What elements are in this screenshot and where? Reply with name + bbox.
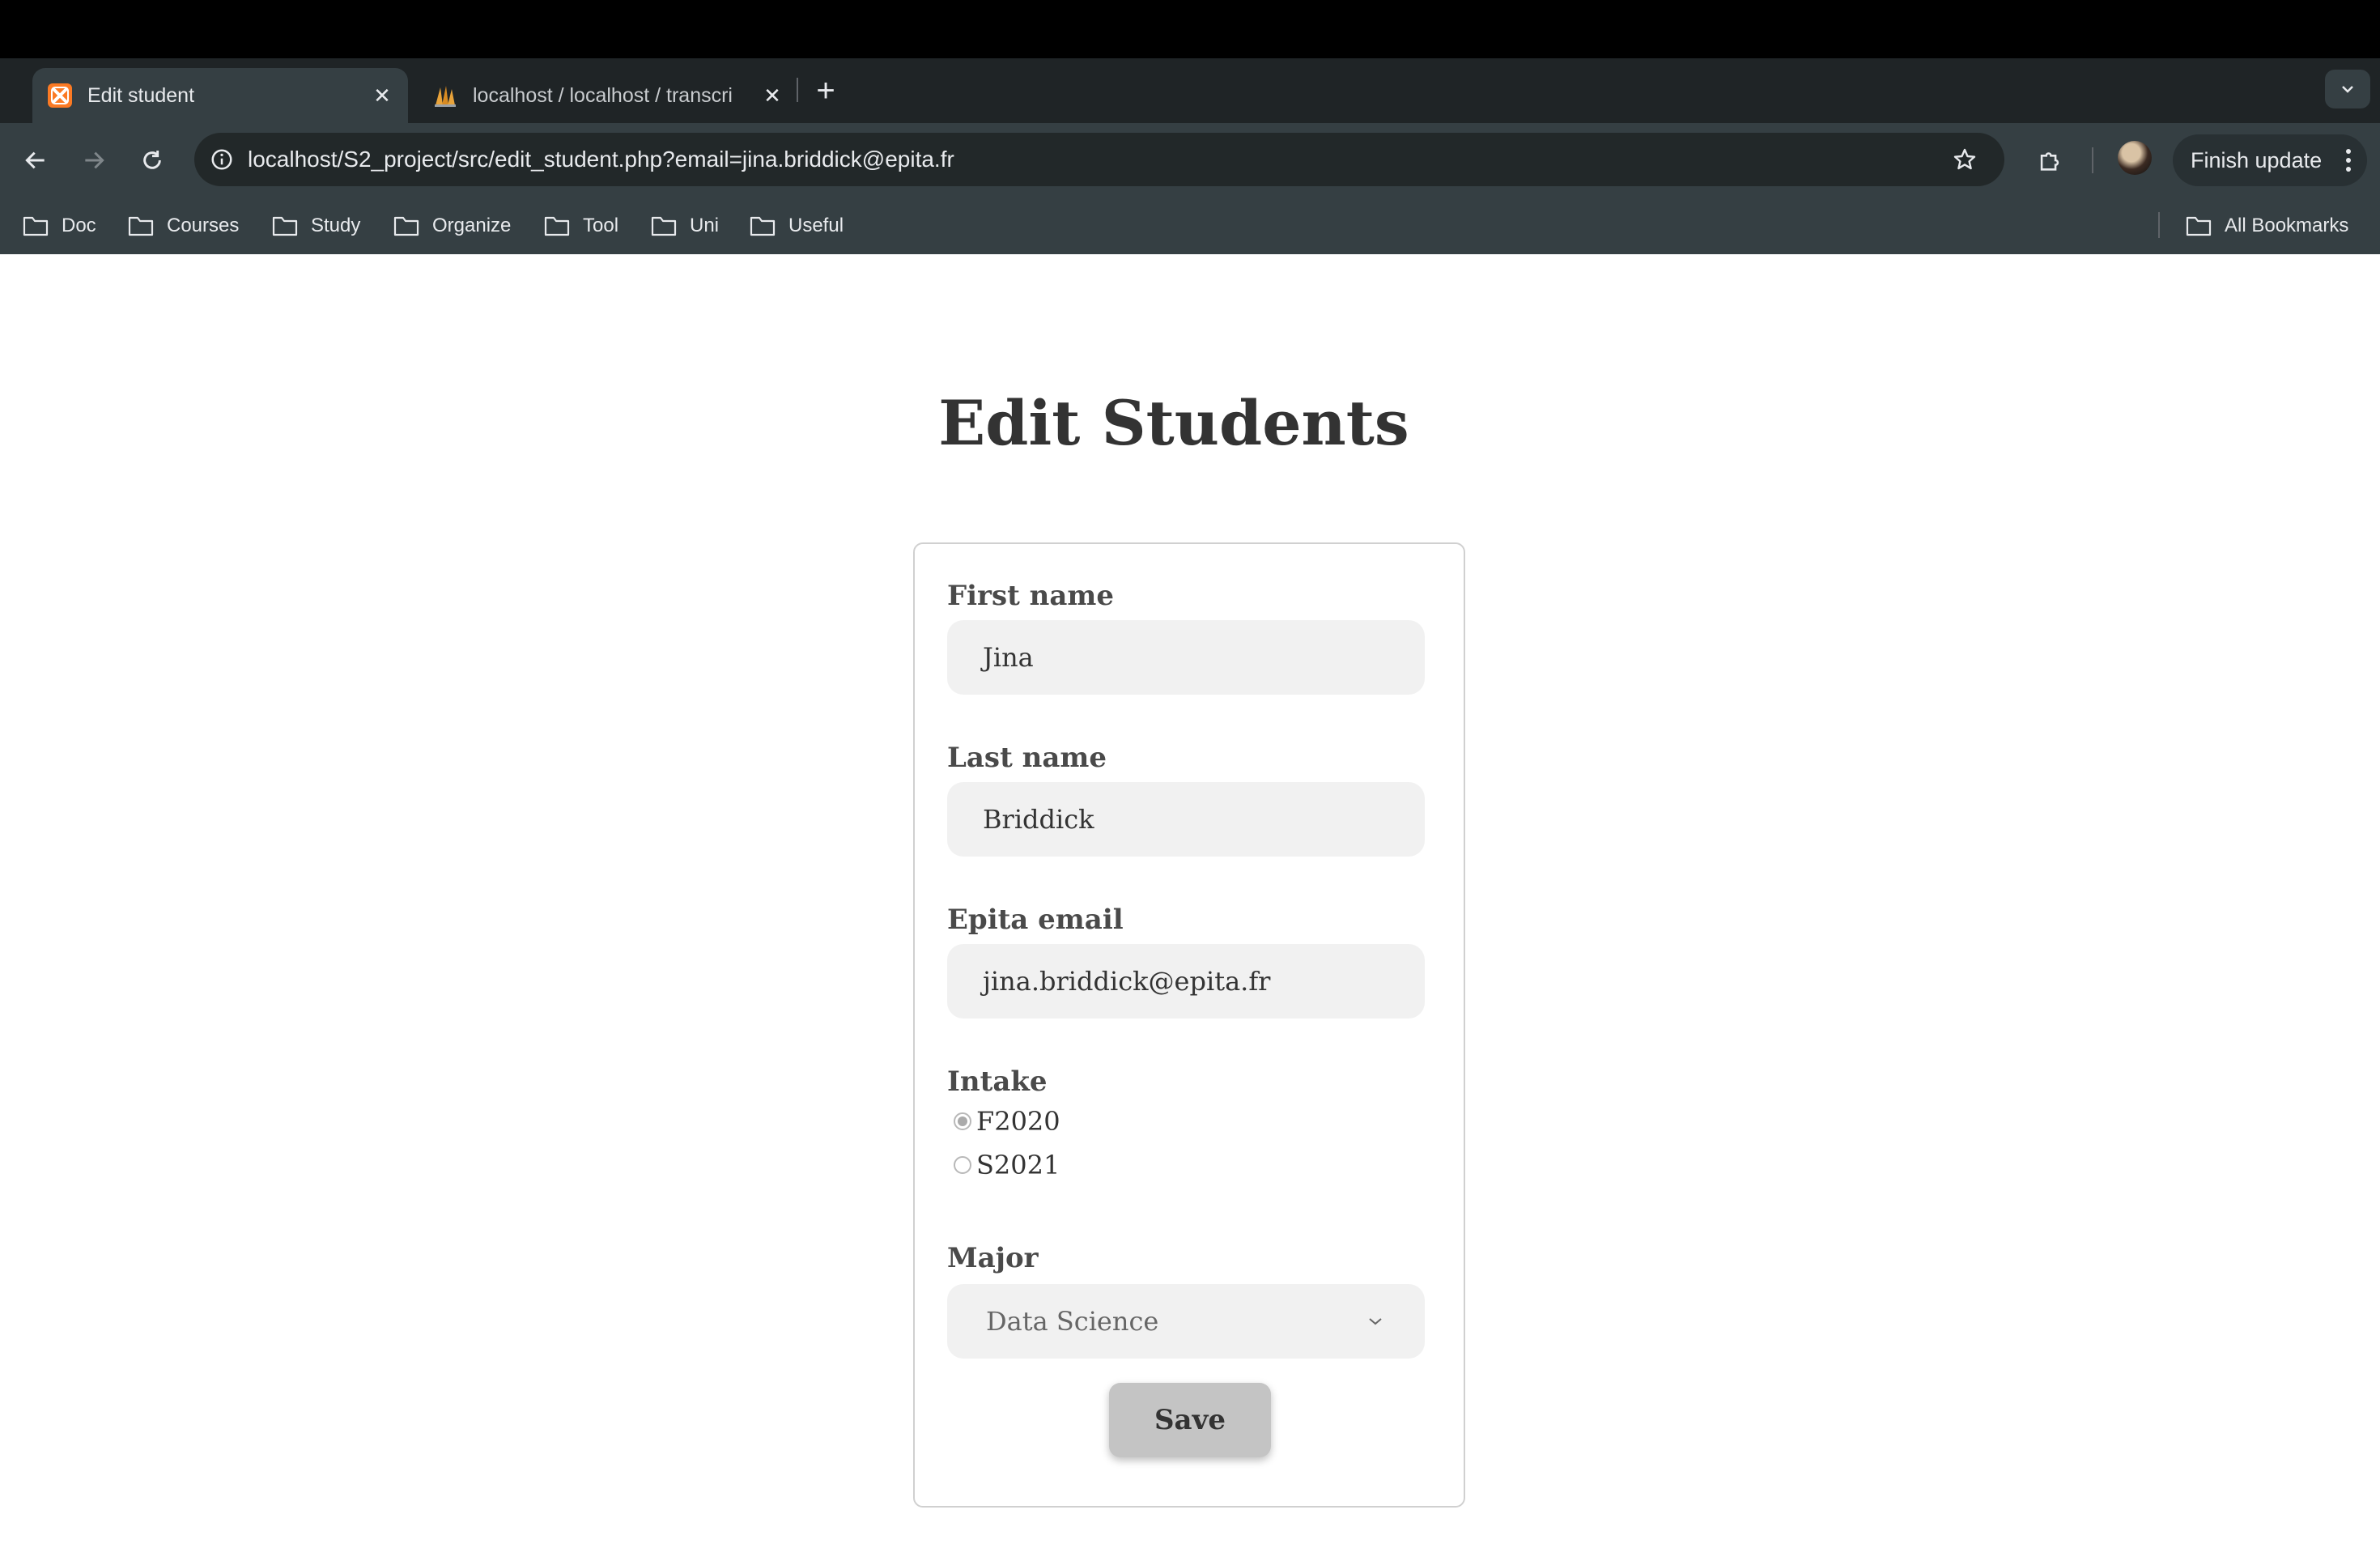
chevron-down-icon xyxy=(1369,1318,1382,1325)
bookmarks-bar: Doc Courses Study Organize Tool Uni Usef… xyxy=(0,198,2380,254)
forward-arrow-icon[interactable] xyxy=(74,141,113,180)
profile-avatar[interactable] xyxy=(2118,141,2152,175)
folder-icon xyxy=(544,216,570,236)
bookmark-star-icon[interactable] xyxy=(1946,141,1983,178)
info-icon[interactable] xyxy=(206,143,238,176)
folder-icon xyxy=(128,216,154,236)
tab-phpmyadmin[interactable]: localhost / localhost / transcri ✕ xyxy=(418,68,798,123)
bookmark-folder-study[interactable]: Study xyxy=(272,209,360,243)
browser-toolbar: localhost/S2_project/src/edit_student.ph… xyxy=(0,123,2380,198)
edit-student-form: First name Jina Last name Briddick Epita… xyxy=(913,542,1465,1508)
save-button[interactable]: Save xyxy=(1109,1383,1271,1457)
all-bookmarks-button[interactable]: All Bookmarks xyxy=(2186,209,2348,243)
email-input[interactable]: jina.briddick@epita.fr xyxy=(947,944,1425,1019)
folder-icon xyxy=(272,216,298,236)
first-name-input[interactable]: Jina xyxy=(947,620,1425,695)
finish-update-label: Finish update xyxy=(2191,147,2323,172)
extensions-puzzle-icon[interactable] xyxy=(2030,141,2069,180)
all-bookmarks-label: All Bookmarks xyxy=(2225,215,2349,236)
folder-icon xyxy=(23,216,49,236)
tab-search-chevron-down-icon[interactable] xyxy=(2325,70,2370,108)
bookmark-label: Organize xyxy=(432,215,512,236)
more-menu-icon[interactable] xyxy=(2346,149,2351,172)
phpmyadmin-icon xyxy=(435,86,456,107)
url-text[interactable]: localhost/S2_project/src/edit_student.ph… xyxy=(248,147,1946,172)
tab-title: localhost / localhost / transcri xyxy=(473,83,733,107)
bookmark-folder-courses[interactable]: Courses xyxy=(128,209,239,243)
close-icon[interactable]: ✕ xyxy=(756,79,788,112)
mac-menu-bar xyxy=(0,0,2380,58)
page-content: Edit Students First name Jina Last name … xyxy=(0,254,2380,1548)
last-name-input[interactable]: Briddick xyxy=(947,782,1425,857)
tab-title: Edit student xyxy=(87,83,195,107)
major-selected-value: Data Science xyxy=(986,1306,1159,1337)
intake-option-label: S2021 xyxy=(976,1150,1060,1180)
last-name-label: Last name xyxy=(947,742,1107,774)
bookmark-label: Courses xyxy=(167,215,240,236)
radio-button[interactable] xyxy=(954,1112,971,1130)
bookmark-label: Doc xyxy=(62,215,96,236)
reload-icon[interactable] xyxy=(133,141,172,180)
back-arrow-icon[interactable] xyxy=(16,141,55,180)
folder-icon xyxy=(2186,216,2212,236)
radio-button[interactable] xyxy=(954,1156,971,1174)
tab-edit-student[interactable]: Edit student ✕ xyxy=(32,68,408,123)
major-select[interactable]: Data Science xyxy=(947,1284,1425,1359)
intake-label: Intake xyxy=(947,1065,1048,1098)
new-tab-plus-icon[interactable]: + xyxy=(808,73,844,108)
toolbar-separator xyxy=(2092,147,2093,173)
tab-strip: Edit student ✕ localhost / localhost / t… xyxy=(0,58,2380,123)
bookmark-label: Uni xyxy=(690,215,720,236)
folder-icon xyxy=(651,216,677,236)
bookmarks-separator xyxy=(2158,212,2160,238)
major-label: Major xyxy=(947,1242,1039,1274)
page-title: Edit Students xyxy=(938,387,1409,459)
folder-icon xyxy=(750,216,776,236)
bookmark-folder-useful[interactable]: Useful xyxy=(750,209,844,243)
intake-option-s2021[interactable]: S2021 xyxy=(954,1150,1060,1180)
bookmark-folder-doc[interactable]: Doc xyxy=(23,209,96,243)
bookmark-folder-organize[interactable]: Organize xyxy=(393,209,511,243)
bookmark-label: Tool xyxy=(583,215,619,236)
xampp-icon xyxy=(48,83,72,108)
bookmark-label: Study xyxy=(311,215,361,236)
first-name-label: First name xyxy=(947,580,1115,612)
bookmark-folder-tool[interactable]: Tool xyxy=(544,209,618,243)
intake-option-f2020[interactable]: F2020 xyxy=(954,1106,1060,1137)
email-label: Epita email xyxy=(947,904,1124,936)
tab-separator xyxy=(797,78,798,102)
folder-icon xyxy=(393,216,419,236)
address-bar[interactable]: localhost/S2_project/src/edit_student.ph… xyxy=(194,133,2004,186)
bookmark-folder-uni[interactable]: Uni xyxy=(651,209,719,243)
finish-update-button[interactable]: Finish update xyxy=(2173,134,2367,186)
bookmark-label: Useful xyxy=(788,215,844,236)
close-icon[interactable]: ✕ xyxy=(366,79,398,112)
intake-option-label: F2020 xyxy=(976,1106,1060,1137)
